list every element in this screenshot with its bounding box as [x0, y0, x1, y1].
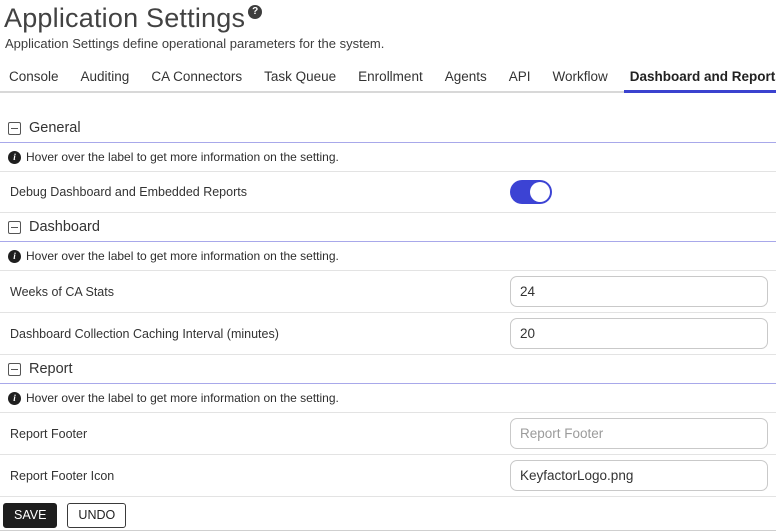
section-general-header: General — [0, 114, 776, 143]
section-report-header: Report — [0, 355, 776, 384]
tab-dashboard-and-reports[interactable]: Dashboard and Reports — [624, 62, 776, 93]
info-banner: i Hover over the label to get more infor… — [0, 143, 776, 172]
section-title: General — [29, 120, 81, 136]
report-footer-input[interactable] — [510, 418, 768, 449]
collapse-icon[interactable] — [8, 363, 21, 376]
tab-api[interactable]: API — [503, 62, 537, 93]
tab-enrollment[interactable]: Enrollment — [352, 62, 429, 93]
undo-button[interactable]: UNDO — [67, 503, 126, 528]
setting-row-debug-dashboard: Debug Dashboard and Embedded Reports — [0, 172, 776, 213]
help-icon[interactable]: ? — [248, 5, 262, 19]
tab-agents[interactable]: Agents — [439, 62, 493, 93]
setting-row-weeks-of-ca-stats: Weeks of CA Stats — [0, 271, 776, 313]
caching-interval-input[interactable] — [510, 318, 768, 349]
report-footer-icon-input[interactable] — [510, 460, 768, 491]
tab-auditing[interactable]: Auditing — [75, 62, 136, 93]
info-icon: i — [8, 151, 21, 164]
setting-label: Report Footer — [10, 427, 510, 441]
info-banner-text: Hover over the label to get more informa… — [26, 249, 339, 263]
tab-bar: Console Auditing CA Connectors Task Queu… — [0, 62, 776, 93]
tab-task-queue[interactable]: Task Queue — [258, 62, 342, 93]
collapse-icon[interactable] — [8, 122, 21, 135]
section-dashboard-header: Dashboard — [0, 213, 776, 242]
info-banner: i Hover over the label to get more infor… — [0, 242, 776, 271]
tab-workflow[interactable]: Workflow — [547, 62, 614, 93]
setting-label: Debug Dashboard and Embedded Reports — [10, 185, 510, 199]
info-banner-text: Hover over the label to get more informa… — [26, 150, 339, 164]
application-settings-page: Application Settings ? Application Setti… — [0, 0, 776, 531]
section-title: Dashboard — [29, 219, 100, 235]
setting-row-report-footer-icon: Report Footer Icon — [0, 455, 776, 497]
action-bar: SAVE UNDO — [0, 497, 776, 531]
tab-console[interactable]: Console — [3, 62, 65, 93]
setting-label: Report Footer Icon — [10, 469, 510, 483]
info-icon: i — [8, 250, 21, 263]
page-subtitle: Application Settings define operational … — [5, 36, 776, 51]
section-general: General i Hover over the label to get mo… — [0, 114, 776, 213]
setting-row-caching-interval: Dashboard Collection Caching Interval (m… — [0, 313, 776, 355]
section-report: Report i Hover over the label to get mor… — [0, 355, 776, 497]
setting-label: Dashboard Collection Caching Interval (m… — [10, 327, 510, 341]
weeks-of-ca-stats-input[interactable] — [510, 276, 768, 307]
page-header: Application Settings ? Application Setti… — [0, 0, 776, 51]
tab-ca-connectors[interactable]: CA Connectors — [145, 62, 248, 93]
toggle-knob — [530, 182, 550, 202]
section-title: Report — [29, 361, 73, 377]
setting-row-report-footer: Report Footer — [0, 413, 776, 455]
save-button[interactable]: SAVE — [3, 503, 57, 528]
setting-label: Weeks of CA Stats — [10, 285, 510, 299]
info-banner-text: Hover over the label to get more informa… — [26, 391, 339, 405]
section-dashboard: Dashboard i Hover over the label to get … — [0, 213, 776, 355]
page-title: Application Settings — [4, 3, 245, 33]
info-banner: i Hover over the label to get more infor… — [0, 384, 776, 413]
collapse-icon[interactable] — [8, 221, 21, 234]
info-icon: i — [8, 392, 21, 405]
debug-dashboard-toggle[interactable] — [510, 180, 552, 204]
